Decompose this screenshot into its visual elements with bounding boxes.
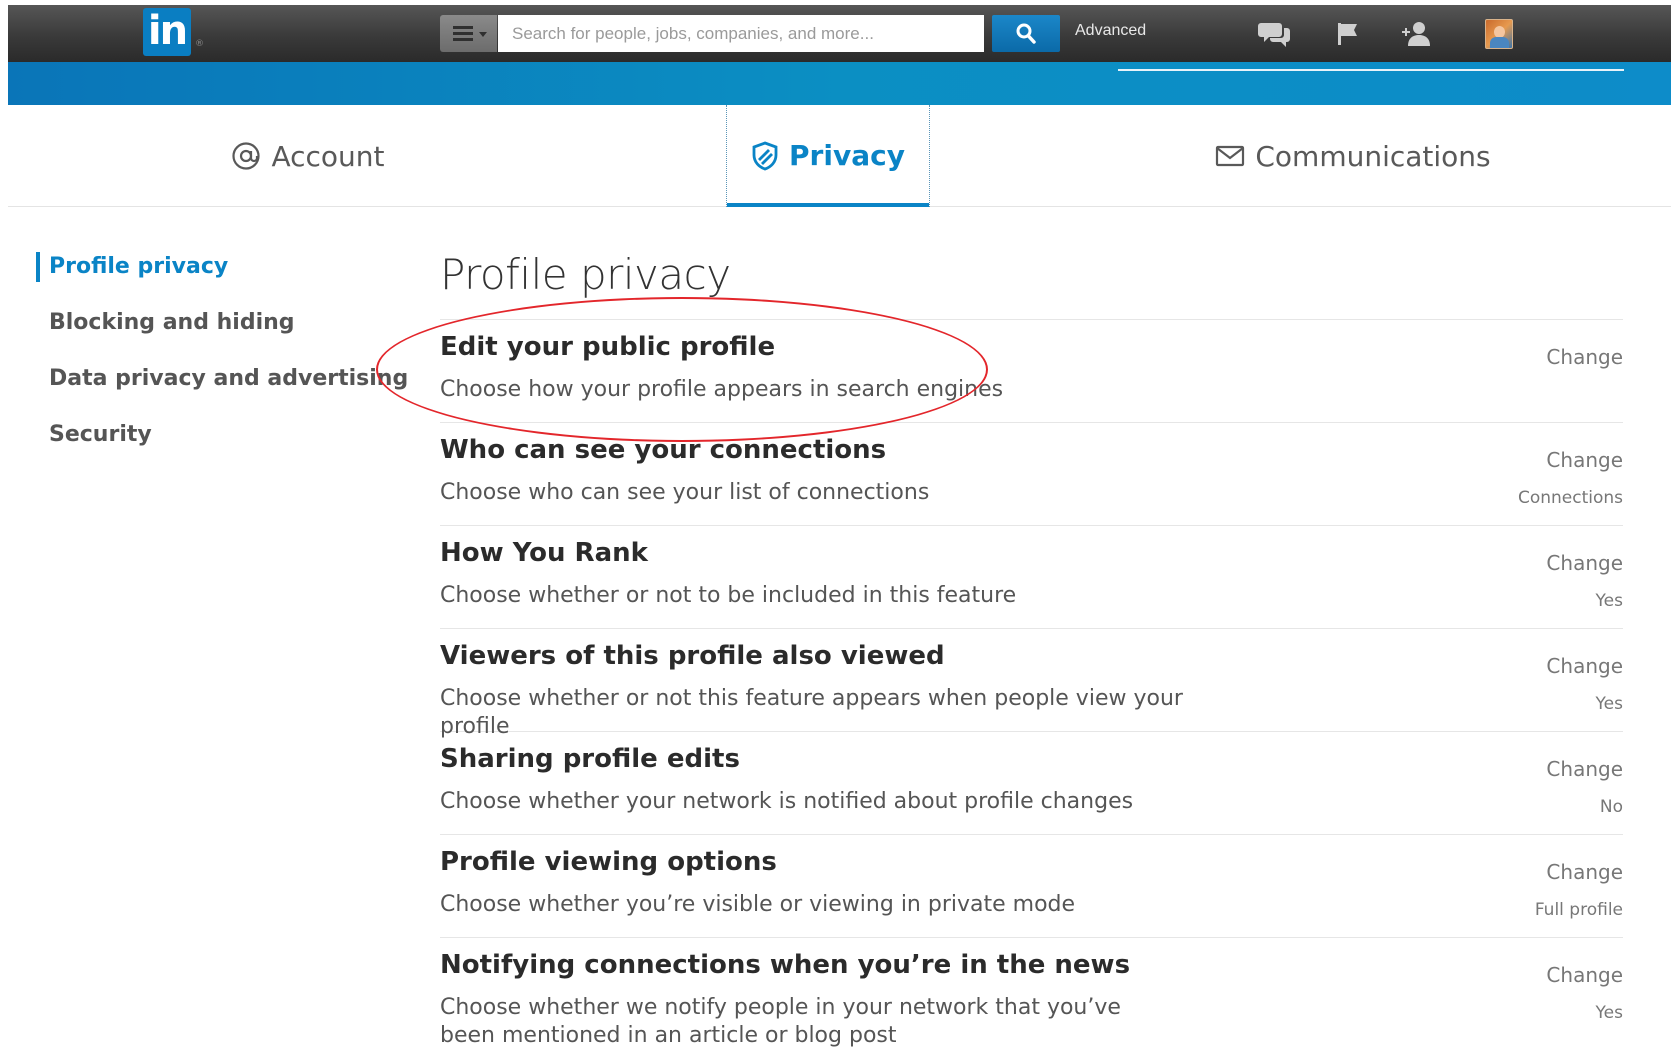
- flag-icon[interactable]: [1330, 19, 1364, 49]
- tab-privacy[interactable]: Privacy: [726, 105, 930, 207]
- sidebar-item-data-privacy[interactable]: Data privacy and advertising: [36, 364, 408, 420]
- setting-current-value: Connections: [1517, 488, 1623, 508]
- privacy-sidebar: Profile privacy Blocking and hiding Data…: [36, 252, 408, 476]
- setting-title: Notifying connections when you’re in the…: [440, 950, 1131, 980]
- menu-icon: [453, 26, 473, 41]
- registered-mark: ®: [195, 39, 204, 49]
- search-button[interactable]: [992, 15, 1060, 52]
- global-nav: in ® Advanced: [8, 5, 1671, 62]
- search-icon: [1016, 23, 1036, 44]
- settings-tabs: Account Privacy Communications: [8, 105, 1671, 207]
- tab-account[interactable]: Account: [158, 105, 458, 207]
- linkedin-logo[interactable]: in: [143, 8, 191, 56]
- setting-current-value: Yes: [1595, 1003, 1623, 1023]
- sidebar-item-profile-privacy[interactable]: Profile privacy: [36, 252, 376, 282]
- setting-who-can-see-connections[interactable]: Who can see your connections Choose who …: [440, 423, 1623, 526]
- setting-title: Who can see your connections: [440, 435, 887, 465]
- setting-title: Edit your public profile: [440, 332, 776, 362]
- search-input[interactable]: [498, 15, 984, 52]
- change-link[interactable]: Change: [1546, 551, 1623, 575]
- tab-communications-label: Communications: [1255, 139, 1491, 173]
- setting-title: Sharing profile edits: [440, 744, 740, 774]
- tab-communications[interactable]: Communications: [1193, 105, 1513, 207]
- profile-avatar[interactable]: [1485, 19, 1513, 49]
- envelope-icon: [1216, 145, 1245, 167]
- setting-description: Choose who can see your list of connecti…: [440, 480, 930, 505]
- tab-privacy-label: Privacy: [789, 139, 905, 172]
- header-band-divider: [1118, 69, 1624, 71]
- sidebar-item-blocking-and-hiding[interactable]: Blocking and hiding: [36, 308, 376, 364]
- advanced-search-link[interactable]: Advanced: [1075, 22, 1146, 40]
- setting-title: Profile viewing options: [440, 847, 777, 877]
- messages-icon[interactable]: [1258, 19, 1292, 49]
- shield-icon: [752, 141, 778, 170]
- change-link[interactable]: Change: [1546, 448, 1623, 472]
- change-link[interactable]: Change: [1546, 757, 1623, 781]
- page-title: Profile privacy: [440, 250, 731, 299]
- setting-description: Choose whether your network is notified …: [440, 789, 1134, 814]
- setting-current-value: No: [1599, 797, 1623, 817]
- sidebar-item-security[interactable]: Security: [36, 420, 376, 476]
- change-link[interactable]: Change: [1546, 345, 1623, 369]
- setting-description: Choose whether you’re visible or viewing…: [440, 892, 1076, 917]
- settings-list: Edit your public profile Choose how your…: [440, 319, 1623, 1058]
- setting-description: Choose whether or not to be included in …: [440, 583, 1017, 608]
- setting-notifying-connections-news[interactable]: Notifying connections when you’re in the…: [440, 938, 1623, 1058]
- setting-current-value: Yes: [1595, 591, 1623, 611]
- setting-how-you-rank[interactable]: How You Rank Choose whether or not to be…: [440, 526, 1623, 629]
- setting-current-value: Full profile: [1534, 900, 1623, 920]
- change-link[interactable]: Change: [1546, 963, 1623, 987]
- setting-viewers-also-viewed[interactable]: Viewers of this profile also viewed Choo…: [440, 629, 1623, 739]
- setting-description: Choose whether we notify people in your …: [440, 995, 1121, 1048]
- search-category-dropdown[interactable]: [440, 15, 497, 52]
- at-sign-icon: [232, 142, 261, 170]
- setting-profile-viewing-options[interactable]: Profile viewing options Choose whether y…: [440, 835, 1623, 938]
- chevron-down-icon: [479, 32, 487, 37]
- change-link[interactable]: Change: [1546, 860, 1623, 884]
- header-band: [8, 62, 1671, 105]
- tab-account-label: Account: [271, 139, 385, 173]
- setting-edit-public-profile[interactable]: Edit your public profile Choose how your…: [440, 320, 1623, 423]
- setting-title: Viewers of this profile also viewed: [440, 641, 945, 671]
- setting-title: How You Rank: [440, 538, 648, 568]
- setting-current-value: Yes: [1595, 694, 1623, 714]
- setting-sharing-profile-edits[interactable]: Sharing profile edits Choose whether you…: [440, 732, 1623, 835]
- setting-description: Choose how your profile appears in searc…: [440, 377, 1004, 402]
- avatar-body: [1490, 37, 1509, 48]
- change-link[interactable]: Change: [1546, 654, 1623, 678]
- add-connection-icon[interactable]: [1400, 19, 1434, 49]
